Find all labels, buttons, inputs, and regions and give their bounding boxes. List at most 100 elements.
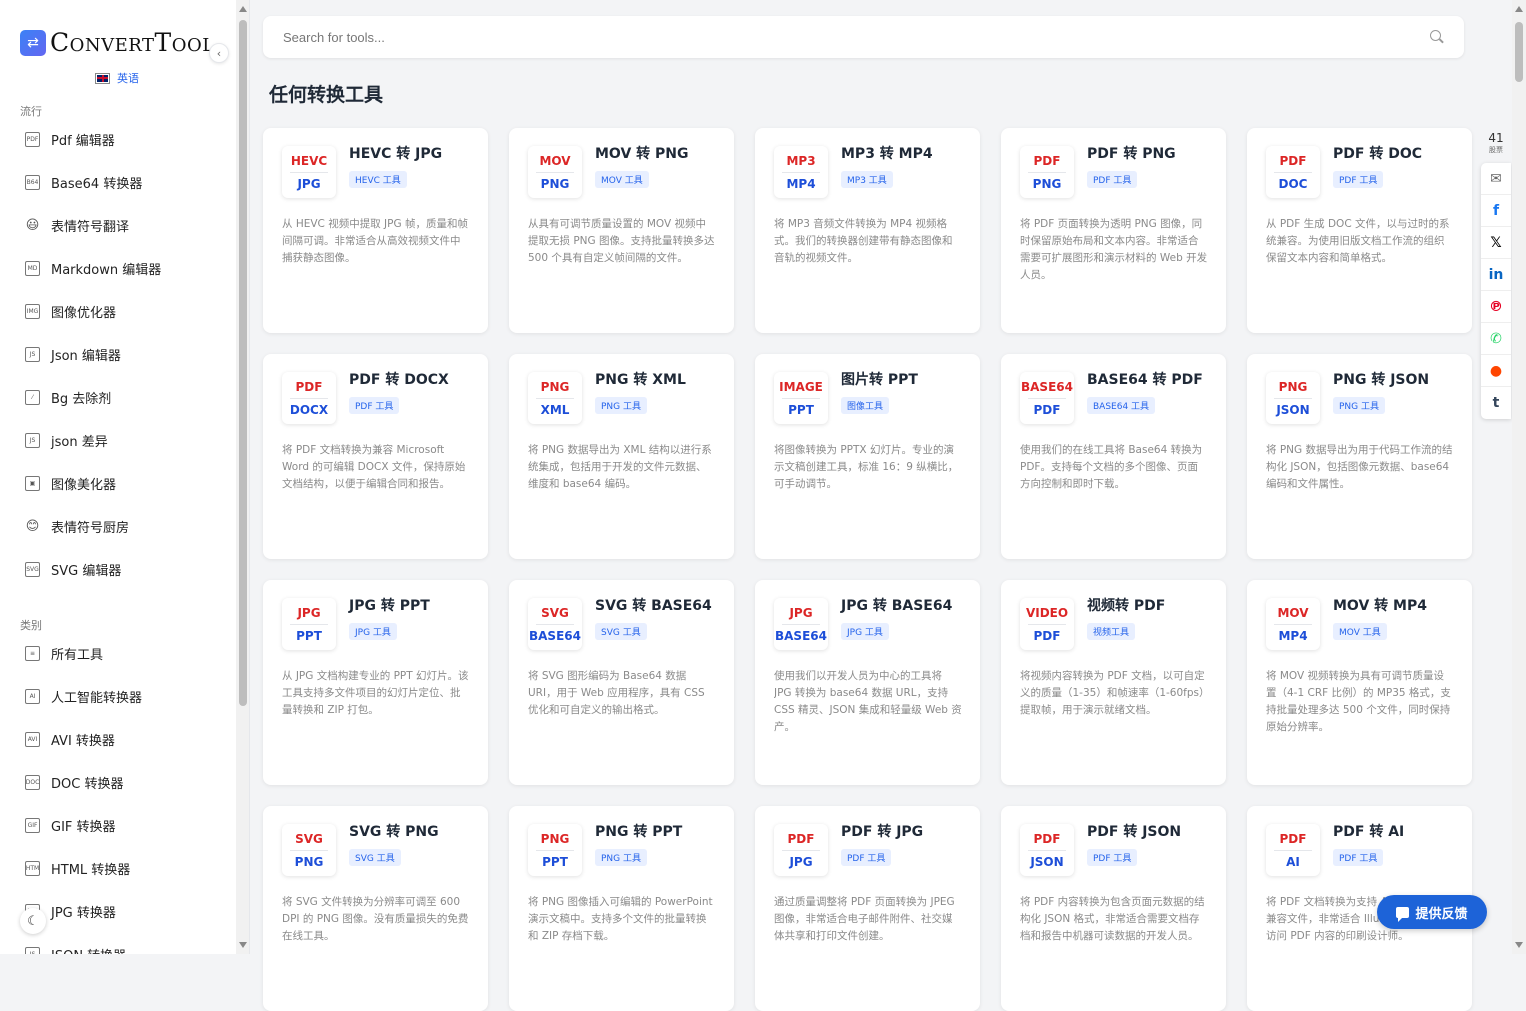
tool-card[interactable]: PNG XML PNG 转 XML PNG 工具将 PNG 数据导出为 XML 结构以… [509, 354, 734, 559]
scroll-up-arrow[interactable] [1515, 6, 1523, 12]
target-format: PNG [294, 854, 324, 869]
source-format: BASE64 [1021, 379, 1073, 394]
tool-card[interactable]: PDF JPG PDF 转 JPG PDF 工具 通过质量调整将 PDF 页面转换为 J… [755, 806, 980, 1011]
image-optimizer-icon: IMG [25, 304, 40, 319]
share-count-label: 股票 [1489, 146, 1503, 154]
card-description: 从 HEVC 视频中提取 JPG 帧，质量和帧间隔可调。非常适合从高效视频文件中… [282, 218, 468, 264]
source-format: JPG [297, 605, 321, 620]
email-share-button[interactable]: ✉ [1481, 163, 1511, 195]
card-meta: JPG 转 PPT JPG 工具 [349, 598, 430, 650]
card-title: MOV 转 MP4 [1333, 598, 1427, 614]
sidebar-item-json-converter[interactable]: JS JSON 转换器 [0, 933, 236, 954]
tool-card[interactable]: JPG PPT JPG 转 PPT JPG 工具从 JPG 文档构建专业的 PPT 幻… [263, 580, 488, 785]
facebook-share-button[interactable]: f [1481, 195, 1511, 227]
sidebar-item-doc-converter[interactable]: DOC DOC 转换器 [0, 761, 236, 804]
source-format: PNG [540, 379, 570, 394]
source-format: MP3 [786, 153, 816, 168]
format-divider [1274, 171, 1312, 173]
search-icon[interactable] [1430, 30, 1444, 44]
x-share-button[interactable]: 𝕏 [1481, 227, 1511, 259]
format-icon: SVG PNG [282, 824, 336, 876]
sidebar-collapse-button[interactable]: ‹ [209, 43, 229, 63]
category-badge: 图像工具 [841, 397, 890, 414]
card-header: VIDEO PDF 视频转 PDF 视频工具 [1020, 598, 1208, 650]
card-header: IMAGE PPT 图片转 PPT 图像工具 [774, 372, 962, 424]
sidebar-item-pdf-editor[interactable]: PDF Pdf 编辑器 [0, 118, 236, 161]
share-counter: 41 股票 [1486, 131, 1506, 155]
tool-card[interactable]: PDF JSON PDF 转 JSON PDF 工具将 PDF 内容转换为包含页面元数… [1001, 806, 1226, 1011]
sidebar-item-avi-converter[interactable]: AVI AVI 转换器 [0, 718, 236, 761]
tool-card[interactable]: MOV MP4 MOV 转 MP4 MOV 工具将 MOV 视频转换为具有可调节质量设… [1247, 580, 1472, 785]
sidebar-item-all-tools[interactable]: ≡ 所有工具 [0, 632, 236, 675]
tool-card[interactable]: SVG PNG SVG 转 PNG SVG 工具将 SVG 文件转换为分辨率可调至 6… [263, 806, 488, 1011]
sidebar-item-json-editor[interactable]: JS Json 编辑器 [0, 333, 236, 376]
card-title: HEVC 转 JPG [349, 146, 443, 162]
card-title: JPG 转 PPT [349, 598, 430, 614]
reddit-share-button[interactable]: ● [1481, 355, 1511, 387]
tool-card[interactable]: VIDEO PDF 视频转 PDF 视频工具 将视频内容转换为 PDF 文档，以可自定义… [1001, 580, 1226, 785]
sidebar-scroll-thumb[interactable] [239, 20, 247, 706]
card-meta: PDF 转 JSON PDF 工具 [1087, 824, 1181, 876]
tool-card[interactable]: PDF DOC PDF 转 DOC PDF 工具从 PDF 生成 DOC 文件，以与过… [1247, 128, 1472, 333]
source-format: MOV [539, 153, 571, 168]
scroll-down-arrow[interactable] [239, 942, 247, 948]
tool-grid: HEVC JPG HEVC 转 JPG HEVC 工具从 HEVC 视频中提取 JPG… [263, 128, 1473, 1011]
facebook-icon: f [1492, 202, 1500, 219]
sidebar-item-svg-editor[interactable]: SVG SVG 编辑器 [0, 548, 236, 591]
sidebar-scrollbar[interactable] [236, 0, 250, 954]
sidebar-item-image-beautifier[interactable]: ▣ 图像美化器 [0, 462, 236, 505]
sidebar-item-emoji-translator[interactable]: 😃 表情符号翻译 [0, 204, 236, 247]
source-format: SVG [295, 831, 323, 846]
tool-card[interactable]: IMAGE PPT 图片转 PPT 图像工具 将图像转换为 PPTX 幻灯片。专业的演示… [755, 354, 980, 559]
tool-card[interactable]: PNG JSON PNG 转 JSON PNG 工具将 PNG 数据导出为用于代码工作… [1247, 354, 1472, 559]
page-scroll-thumb[interactable] [1515, 22, 1523, 82]
tumblr-share-button[interactable]: t [1481, 387, 1511, 419]
page-scrollbar[interactable] [1512, 0, 1526, 954]
card-description: 将视频内容转换为 PDF 文档，以可自定义的质量（1-35）和帧速率（1-60f… [1020, 670, 1205, 716]
sidebar-item-json-diff[interactable]: JS json 差异 [0, 419, 236, 462]
language-selector[interactable]: 英语 [95, 70, 139, 86]
pinterest-share-button[interactable]: ℗ [1481, 291, 1511, 323]
sidebar-item-emoji-kitchen[interactable]: 😊 表情符号厨房 [0, 505, 236, 548]
scroll-down-arrow[interactable] [1515, 942, 1523, 948]
sidebar-item-image-optimizer[interactable]: IMG 图像优化器 [0, 290, 236, 333]
category-badge: PDF 工具 [1333, 171, 1384, 188]
sidebar-item-markdown-editor[interactable]: MD Markdown 编辑器 [0, 247, 236, 290]
bg-remover-icon: ⁄ [25, 390, 40, 405]
chat-icon [1396, 906, 1410, 922]
search-bar [263, 16, 1464, 58]
card-description: 将 PNG 数据导出为用于代码工作流的结构化 JSON，包括图像元数据、base… [1266, 444, 1453, 490]
tool-card[interactable]: SVG BASE64 SVG 转 BASE64 SVG 工具将 SVG 图形编码为 B… [509, 580, 734, 785]
tool-card[interactable]: MP3 MP4 MP3 转 MP4 MP3 工具将 MP3 音频文件转换为 MP4 视… [755, 128, 980, 333]
sidebar-item-base64-converter[interactable]: B64 Base64 转换器 [0, 161, 236, 204]
tool-card[interactable]: PNG PPT PNG 转 PPT PNG 工具将 PNG 图像插入可编辑的 Powe… [509, 806, 734, 1011]
search-input[interactable] [283, 29, 1430, 45]
card-title: SVG 转 BASE64 [595, 598, 712, 614]
sidebar-item-html-converter[interactable]: HTM HTML 转换器 [0, 847, 236, 890]
tool-card[interactable]: BASE64 PDF BASE64 转 PDF BASE64 工具 使用我们的在线工具将… [1001, 354, 1226, 559]
target-format: PNG [540, 176, 570, 191]
linkedin-share-button[interactable]: in [1481, 259, 1511, 291]
whatsapp-share-button[interactable]: ✆ [1481, 323, 1511, 355]
tool-card[interactable]: PDF DOCX PDF 转 DOCX PDF 工具将 PDF 文档转换为兼容 Mic… [263, 354, 488, 559]
sidebar-item-gif-converter[interactable]: GIF GIF 转换器 [0, 804, 236, 847]
tool-card[interactable]: JPG BASE64 JPG 转 BASE64 JPG 工具 使用我们以开发人员为中心的… [755, 580, 980, 785]
tumblr-icon: t [1492, 395, 1500, 411]
logo[interactable]: ⇄ ConvertTool [20, 28, 215, 57]
tool-card[interactable]: HEVC JPG HEVC 转 JPG HEVC 工具从 HEVC 视频中提取 JPG… [263, 128, 488, 333]
scroll-up-arrow[interactable] [239, 6, 247, 12]
sidebar-item-ai-converter[interactable]: AI 人工智能转换器 [0, 675, 236, 718]
sidebar-item-bg-remover[interactable]: ⁄ Bg 去除剂 [0, 376, 236, 419]
card-description: 将 PNG 数据导出为 XML 结构以进行系统集成，包括用于开发的文件元数据、维… [528, 444, 712, 490]
feedback-button[interactable]: 提供反馈 [1377, 895, 1487, 929]
tool-card[interactable]: PDF PNG PDF 转 PNG PDF 工具将 PDF 页面转换为透明 PNG 图… [1001, 128, 1226, 333]
card-description: 从具有可调节质量设置的 MOV 视频中提取无损 PNG 图像。支持批量转换多达 … [528, 218, 715, 264]
card-title: 视频转 PDF [1087, 598, 1166, 614]
card-header: PDF DOCX PDF 转 DOCX PDF 工具 [282, 372, 470, 424]
card-header: BASE64 PDF BASE64 转 PDF BASE64 工具 [1020, 372, 1208, 424]
format-icon: IMAGE PPT [774, 372, 828, 424]
format-icon: MOV PNG [528, 146, 582, 198]
target-format: PDF [1033, 628, 1061, 643]
tool-card[interactable]: MOV PNG MOV 转 PNG MOV 工具 从具有可调节质量设置的 MOV 视频中… [509, 128, 734, 333]
theme-toggle-button[interactable]: ☾ [20, 908, 46, 934]
